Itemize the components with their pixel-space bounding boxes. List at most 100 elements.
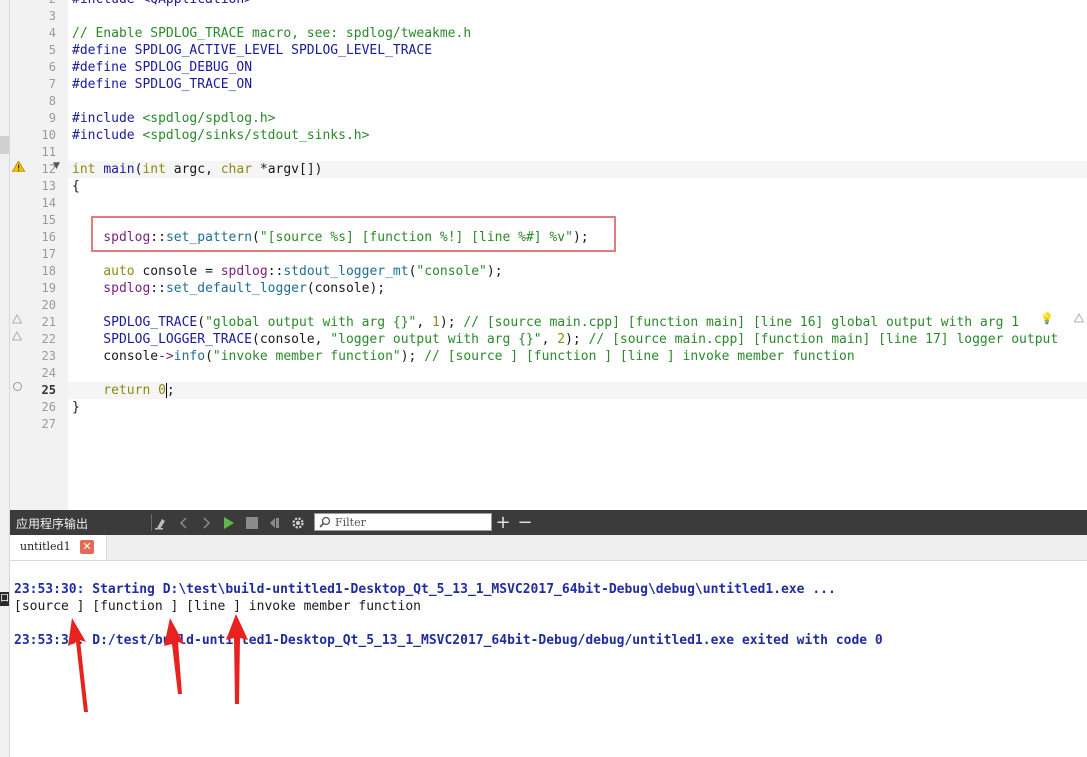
line-number: 6 <box>48 60 56 74</box>
line-number: 11 <box>41 145 56 159</box>
fold-arrow-icon[interactable]: ▼ <box>53 161 63 171</box>
breakpoint-marker-icon[interactable] <box>13 382 22 391</box>
code-token: ( <box>197 315 206 330</box>
code-token: auto <box>72 264 143 279</box>
code-token: :: <box>267 264 284 279</box>
code-line[interactable] <box>68 8 1087 25</box>
tab-label: untitled1 <box>20 540 71 553</box>
highlight-box <box>91 216 616 252</box>
search-icon <box>319 516 331 528</box>
code-token: , <box>541 332 558 347</box>
settings-icon[interactable] <box>289 513 307 532</box>
line-number: 17 <box>41 247 56 261</box>
attach-icon[interactable] <box>266 513 284 532</box>
warning-outline-icon <box>12 331 22 341</box>
code-token: console = <box>142 264 221 279</box>
left-edge-strip <box>0 0 10 757</box>
code-line[interactable]: int main(int argc, char *argv[]) <box>68 161 1087 178</box>
code-token: ; <box>166 383 175 398</box>
line-number: 25 <box>41 383 56 397</box>
code-token: #define <box>72 60 135 75</box>
output-tab-row: untitled1 ✕ <box>10 535 1087 561</box>
close-icon[interactable]: ✕ <box>80 540 94 554</box>
code-editor[interactable]: 2345678910111213141516171819202122232425… <box>0 0 1087 510</box>
code-line[interactable] <box>68 93 1087 110</box>
code-token: 0 <box>158 383 166 398</box>
output-line-log: [source ] [function ] [line ] invoke mem… <box>14 599 421 614</box>
code-line[interactable] <box>68 297 1087 314</box>
code-line[interactable] <box>68 144 1087 161</box>
line-number: 18 <box>41 264 56 278</box>
code-token: stdout_logger_mt <box>283 264 409 279</box>
line-number: 23 <box>41 349 56 363</box>
code-token: "invoke member function" <box>212 349 401 364</box>
code-line[interactable]: #include <spdlog/sinks/stdout_sinks.h> <box>68 127 1087 144</box>
code-token: info <box>173 349 206 364</box>
code-token: // [source main.cpp] [function main] [li… <box>463 315 1020 330</box>
code-token: ); <box>400 349 425 364</box>
code-token: #define <box>72 43 135 58</box>
code-token: int <box>142 162 174 177</box>
line-number: 21 <box>41 315 56 329</box>
code-token: argc <box>173 162 206 177</box>
line-number: 15 <box>41 213 56 227</box>
stop-icon[interactable] <box>243 513 261 532</box>
code-token: 2 <box>557 332 566 347</box>
red-arrow-1 <box>68 618 88 712</box>
code-area[interactable]: #include <QApplication> // Enable SPDLOG_… <box>68 0 1087 510</box>
code-line[interactable]: auto console = spdlog::stdout_logger_mt(… <box>68 263 1087 280</box>
tab-untitled1[interactable]: untitled1 ✕ <box>10 535 107 560</box>
run-icon[interactable] <box>220 513 238 532</box>
code-line[interactable] <box>68 416 1087 433</box>
code-line[interactable] <box>68 195 1087 212</box>
red-arrow-3 <box>226 614 248 704</box>
forward-icon[interactable] <box>197 513 215 532</box>
code-token: return <box>72 383 159 398</box>
warning-outline-icon <box>12 314 22 324</box>
line-number: 27 <box>41 417 56 431</box>
output-pane-title: 应用程序输出 <box>16 517 89 531</box>
code-token: #include <QApplication> <box>72 0 252 7</box>
clear-icon[interactable] <box>152 513 170 532</box>
plus-icon[interactable]: + <box>494 512 512 533</box>
code-token: } <box>72 400 80 415</box>
filter-field[interactable] <box>314 513 492 531</box>
code-token: { <box>72 179 80 194</box>
code-line[interactable]: { <box>68 178 1087 195</box>
code-token: spdlog <box>72 281 151 296</box>
line-number: 22 <box>41 332 56 346</box>
code-line[interactable] <box>68 365 1087 382</box>
code-line[interactable]: console->info("invoke member function");… <box>68 348 1087 365</box>
code-token: SPDLOG_TRACE_ON <box>134 77 253 92</box>
minus-icon[interactable]: − <box>516 512 534 533</box>
code-line[interactable]: SPDLOG_TRACE("global output with arg {}"… <box>68 314 1087 331</box>
code-token: :: <box>150 281 166 296</box>
code-line[interactable]: #include <spdlog/spdlog.h> <box>68 110 1087 127</box>
line-number: 9 <box>48 111 56 125</box>
code-token: ); <box>439 315 464 330</box>
line-number: 12 <box>41 162 56 176</box>
code-line[interactable]: // Enable SPDLOG_TRACE macro, see: spdlo… <box>68 25 1087 42</box>
code-token: SPDLOG_TRACE <box>72 315 198 330</box>
filter-input[interactable] <box>335 514 485 530</box>
code-token: main <box>103 162 135 177</box>
code-line[interactable]: #define SPDLOG_DEBUG_ON <box>68 59 1087 76</box>
code-line[interactable]: SPDLOG_LOGGER_TRACE(console, "logger out… <box>68 331 1087 348</box>
code-token: "console" <box>416 264 487 279</box>
code-token: <spdlog/spdlog.h> <box>142 111 276 126</box>
code-line[interactable]: #define SPDLOG_ACTIVE_LEVEL SPDLOG_LEVEL… <box>68 42 1087 59</box>
code-token: ); <box>565 332 589 347</box>
code-token: 1 <box>432 315 440 330</box>
line-number: 2 <box>20 0 56 8</box>
code-line[interactable]: #define SPDLOG_TRACE_ON <box>68 76 1087 93</box>
lightbulb-icon[interactable]: 💡 <box>1040 312 1054 325</box>
back-icon[interactable] <box>175 513 193 532</box>
code-line[interactable]: spdlog::set_default_logger(console); <box>68 280 1087 297</box>
code-line[interactable]: return 0; <box>68 382 1087 399</box>
code-token: #include <box>72 128 143 143</box>
line-number: 7 <box>48 77 56 91</box>
code-line[interactable]: } <box>68 399 1087 416</box>
warning-outline-icon <box>1074 313 1084 323</box>
output-line-exit: 23:53:30: D:/test/build-untitled1-Deskto… <box>14 633 883 648</box>
code-line[interactable]: #include <QApplication> <box>68 0 1087 8</box>
